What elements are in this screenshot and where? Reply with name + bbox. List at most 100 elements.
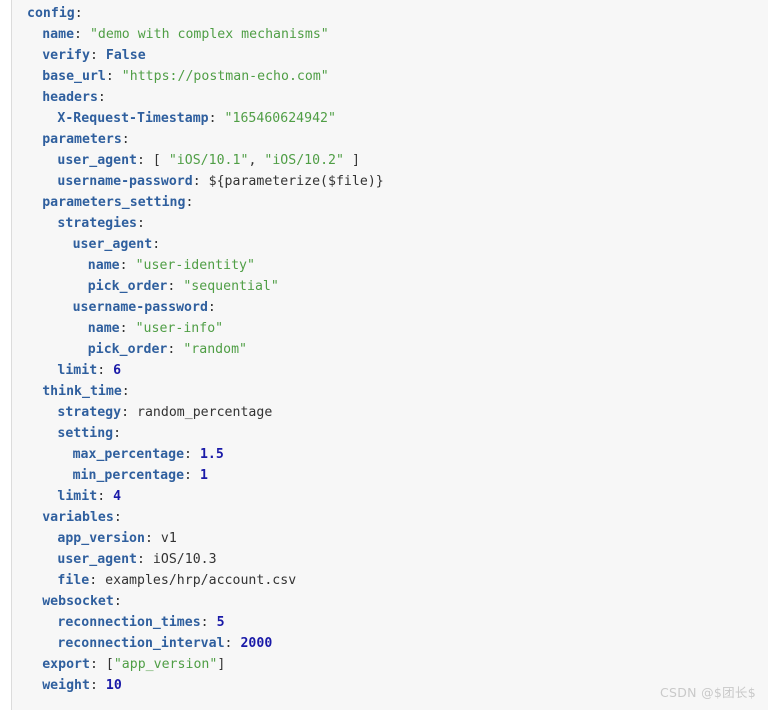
code-line: parameters_setting: bbox=[12, 192, 768, 213]
token-plain: examples/hrp/account.csv bbox=[105, 573, 297, 588]
code-line: base_url: "https://postman-echo.com" bbox=[12, 66, 768, 87]
token-key: variables bbox=[42, 510, 114, 525]
code-line: think_time: bbox=[12, 381, 768, 402]
code-line: username-password: bbox=[12, 297, 768, 318]
token-colon: : bbox=[89, 678, 106, 693]
token-key: pick_order bbox=[87, 342, 168, 357]
token-key: parameters_setting bbox=[42, 195, 186, 210]
token-num: 5 bbox=[216, 615, 225, 630]
code-line: strategies: bbox=[12, 213, 768, 234]
token-punct: [ bbox=[152, 153, 169, 168]
token-colon: : bbox=[121, 405, 137, 420]
token-num: 1 bbox=[199, 468, 208, 483]
token-str: "iOS/10.1" bbox=[168, 153, 249, 168]
token-plain: random_percentage bbox=[137, 405, 273, 420]
token-key: headers bbox=[42, 90, 98, 105]
token-colon: : bbox=[113, 426, 122, 441]
token-str: "demo with complex mechanisms" bbox=[89, 27, 329, 42]
token-key: user_agent bbox=[72, 237, 153, 252]
token-colon: : bbox=[74, 6, 83, 21]
token-plain: v1 bbox=[160, 531, 177, 546]
token-colon: : bbox=[89, 48, 106, 63]
token-colon: : bbox=[184, 447, 200, 462]
code-line: parameters: bbox=[12, 129, 768, 150]
token-key: config bbox=[27, 6, 75, 21]
token-colon: : bbox=[185, 195, 194, 210]
token-key: max_percentage bbox=[72, 447, 185, 462]
token-key: name bbox=[87, 258, 120, 273]
token-colon: : bbox=[152, 237, 161, 252]
token-colon: : bbox=[167, 342, 184, 357]
token-colon: : bbox=[105, 69, 122, 84]
token-num: 10 bbox=[105, 678, 122, 693]
code-line: pick_order: "sequential" bbox=[12, 276, 768, 297]
code-line: websocket: bbox=[12, 591, 768, 612]
token-key: username-password bbox=[72, 300, 208, 315]
code-line: name: "demo with complex mechanisms" bbox=[12, 24, 768, 45]
code-line: max_percentage: 1.5 bbox=[12, 444, 768, 465]
code-line: username-password: ${parameterize($file)… bbox=[12, 171, 768, 192]
token-str: "app_version" bbox=[113, 657, 218, 672]
token-colon: : bbox=[184, 468, 200, 483]
token-key: username-password bbox=[57, 174, 193, 189]
token-colon: : bbox=[224, 636, 241, 651]
code-line: name: "user-identity" bbox=[12, 255, 768, 276]
code-line: min_percentage: 1 bbox=[12, 465, 768, 486]
token-colon: : bbox=[119, 258, 136, 273]
token-num: 1.5 bbox=[199, 447, 224, 462]
token-num: 4 bbox=[113, 489, 122, 504]
token-colon: : bbox=[89, 657, 106, 672]
code-line: user_agent: bbox=[12, 234, 768, 255]
token-colon: : bbox=[113, 510, 122, 525]
code-line: name: "user-info" bbox=[12, 318, 768, 339]
token-colon: : bbox=[97, 363, 114, 378]
token-const: False bbox=[105, 48, 146, 63]
code-line: config: bbox=[12, 3, 768, 24]
token-key: setting bbox=[57, 426, 114, 441]
token-key: limit bbox=[57, 363, 98, 378]
token-key: strategies bbox=[57, 216, 137, 231]
code-line: reconnection_interval: 2000 bbox=[12, 633, 768, 654]
token-key: parameters bbox=[42, 132, 122, 147]
code-line: headers: bbox=[12, 87, 768, 108]
token-key: user_agent bbox=[57, 153, 137, 168]
code-line: limit: 6 bbox=[12, 360, 768, 381]
token-key: app_version bbox=[57, 531, 145, 546]
token-key: websocket bbox=[42, 594, 114, 609]
code-line: export: ["app_version"] bbox=[12, 654, 768, 675]
token-key: reconnection_interval bbox=[57, 636, 225, 651]
token-colon: : bbox=[192, 174, 209, 189]
token-key: name bbox=[87, 321, 120, 336]
token-str: "random" bbox=[183, 342, 248, 357]
token-key: file bbox=[57, 573, 90, 588]
code-line-list: config: name: "demo with complex mechanis… bbox=[12, 3, 768, 696]
token-key: base_url bbox=[42, 69, 106, 84]
token-key: pick_order bbox=[87, 279, 168, 294]
token-colon: : bbox=[137, 216, 145, 231]
code-line: pick_order: "random" bbox=[12, 339, 768, 360]
token-colon: : bbox=[97, 90, 106, 105]
yaml-code-block[interactable]: config: name: "demo with complex mechanis… bbox=[11, 0, 768, 710]
token-key: export bbox=[42, 657, 90, 672]
token-key: weight bbox=[42, 678, 90, 693]
token-punct: ] bbox=[217, 657, 226, 672]
token-colon: : bbox=[89, 573, 106, 588]
token-key: verify bbox=[42, 48, 90, 63]
token-key: reconnection_times bbox=[57, 615, 201, 630]
token-colon: : bbox=[137, 552, 153, 567]
csdn-watermark: CSDN @$团长$ bbox=[659, 685, 756, 700]
token-colon: : bbox=[208, 111, 225, 126]
token-plain: iOS/10.3 bbox=[152, 552, 217, 567]
token-key: X-Request-Timestamp bbox=[57, 111, 209, 126]
code-line: user_agent: iOS/10.3 bbox=[12, 549, 768, 570]
token-str: "user-identity" bbox=[135, 258, 255, 273]
code-line: limit: 4 bbox=[12, 486, 768, 507]
token-colon: : bbox=[144, 531, 161, 546]
token-colon: : bbox=[113, 594, 122, 609]
token-colon: : bbox=[200, 615, 217, 630]
token-str: "user-info" bbox=[135, 321, 224, 336]
code-line: variables: bbox=[12, 507, 768, 528]
token-key: name bbox=[42, 27, 75, 42]
token-num: 6 bbox=[113, 363, 122, 378]
code-line: setting: bbox=[12, 423, 768, 444]
